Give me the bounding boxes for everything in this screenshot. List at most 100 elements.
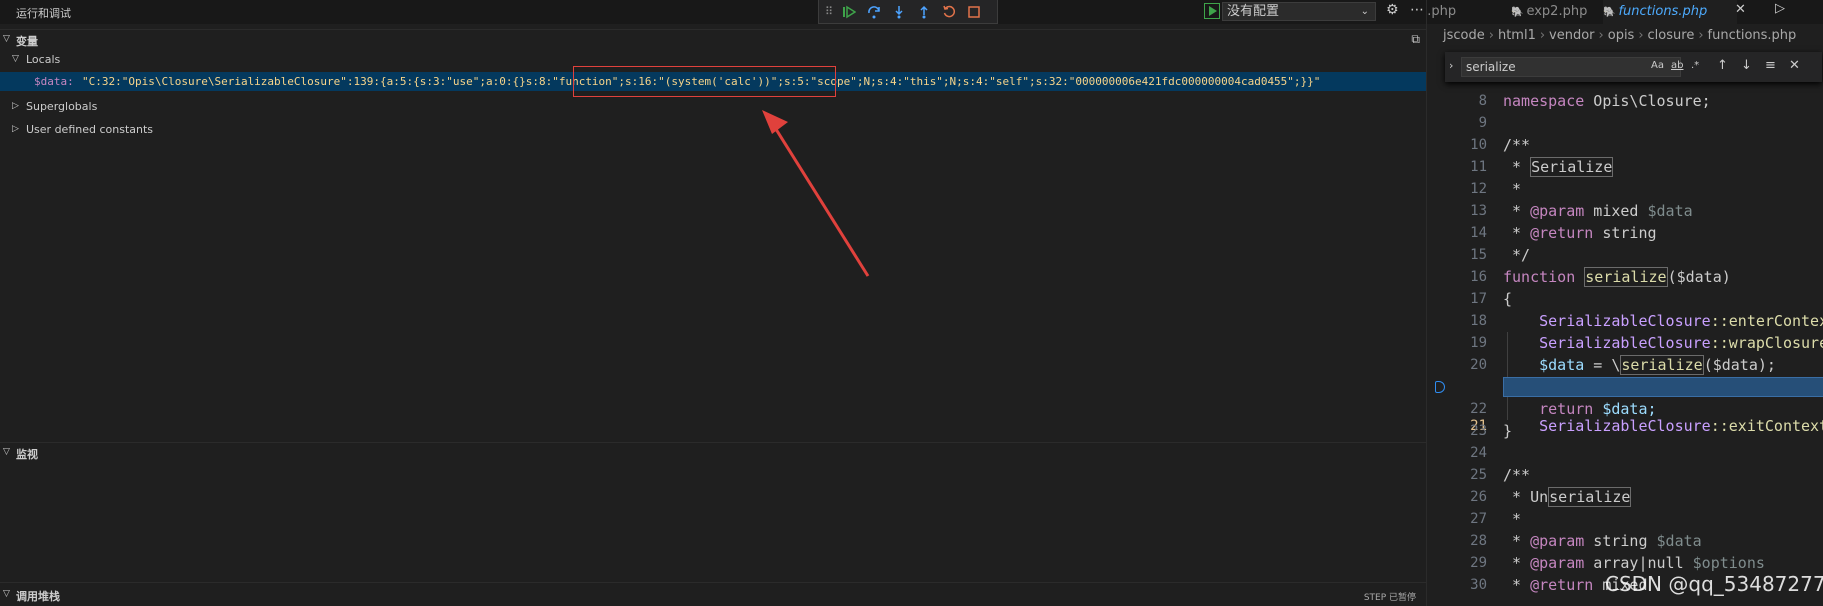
variables-title: 变量 <box>16 35 38 48</box>
code-line: 10/** <box>1470 136 1531 154</box>
editor-pane: p.php 🐘exp2.php 🐘functions.php ✕ ▷ jscod… <box>1426 0 1823 606</box>
find-input[interactable]: serialize <box>1461 57 1681 77</box>
chevron-down-icon: ▽ <box>12 54 19 64</box>
code-line-current: 21 SerializableClosure::exitContext(); <box>1427 376 1823 435</box>
tree-item-label: Locals <box>26 53 61 66</box>
callstack-title: 调用堆栈 <box>16 590 60 603</box>
tab-p-php[interactable]: p.php <box>1427 0 1456 24</box>
breadcrumb-item[interactable]: functions.php <box>1708 28 1797 43</box>
tab-exp2-php[interactable]: 🐘 exp2.php <box>1511 0 1587 24</box>
tree-item-constants[interactable]: ▷ User defined constants <box>0 120 1426 140</box>
gear-icon[interactable]: ⚙ <box>1386 2 1399 18</box>
close-icon[interactable]: ✕ <box>1789 58 1800 73</box>
chevron-down-icon: ▽ <box>3 589 10 599</box>
debug-sidebar: 运行和调试 ⠿ 没有配置 ⌄ ⚙ ⋯ ▽ 变量 ⧉ ▽ Locals $data… <box>0 0 1426 606</box>
search-match: serialize <box>1620 355 1704 375</box>
code-line: 11 * Serialize <box>1470 157 1614 177</box>
watch-body <box>0 462 1426 582</box>
chevron-down-icon: ⌄ <box>1360 6 1369 17</box>
chevron-right-icon: ▷ <box>12 101 19 111</box>
search-match: Serialize <box>1530 157 1614 177</box>
code-line: 13 * @param mixed $data <box>1470 202 1693 220</box>
step-into-icon <box>895 5 903 18</box>
thread-status: STEP 已暂停 <box>1363 593 1416 603</box>
find-widget: › serialize Aa ab .* ↑ ↓ ≡ ✕ <box>1445 52 1822 82</box>
watch-title: 监视 <box>16 448 38 461</box>
code-line: 29 * @param array|null $options <box>1470 554 1765 572</box>
php-file-icon: 🐘 <box>1511 7 1524 18</box>
match-word-toggle[interactable]: ab <box>1671 60 1683 71</box>
variables-section-header[interactable]: ▽ 变量 ⧉ <box>0 29 1426 49</box>
code-line: 24 <box>1470 445 1487 461</box>
restart-button[interactable] <box>940 3 958 21</box>
breadcrumb-item[interactable]: closure <box>1648 28 1695 43</box>
code-line: 8 namespace Opis\Closure; <box>1478 92 1711 110</box>
code-line: 23} <box>1470 422 1513 440</box>
step-out-button[interactable] <box>915 3 933 21</box>
breadcrumb-item[interactable]: vendor <box>1549 28 1594 43</box>
continue-icon <box>843 5 856 18</box>
code-line: 20 $data = \serialize($data); <box>1470 355 1776 375</box>
code-line: 16 function serialize($data) <box>1470 267 1731 287</box>
code-line: 27 * <box>1470 510 1522 528</box>
breadcrumb-item[interactable]: html1 <box>1498 28 1536 43</box>
restart-icon <box>943 5 956 17</box>
code-line: 12 * <box>1470 180 1522 198</box>
watermark: CSDN @qq_53487277 <box>1605 572 1823 596</box>
arrow-down-icon[interactable]: ↓ <box>1741 58 1752 73</box>
start-debugging-icon[interactable] <box>1204 3 1220 19</box>
stop-button[interactable] <box>965 3 983 21</box>
continue-button[interactable] <box>840 3 858 21</box>
code-line: 28 * @param string $data <box>1470 532 1702 550</box>
step-over-icon <box>868 5 880 18</box>
search-match: serialize <box>1548 487 1632 507</box>
variable-name: $data: <box>34 75 74 88</box>
close-icon[interactable]: ✕ <box>1735 2 1746 17</box>
launch-config-area: 没有配置 ⌄ ⚙ ⋯ <box>1202 0 1426 24</box>
breadcrumb-item[interactable]: opis <box>1608 28 1635 43</box>
chevron-down-icon: ▽ <box>3 34 10 44</box>
code-line: 15 */ <box>1470 246 1531 264</box>
tab-functions-php[interactable]: 🐘 functions.php <box>1603 0 1738 24</box>
code-line: 9 <box>1478 115 1487 131</box>
regex-toggle[interactable]: .* <box>1691 60 1699 71</box>
code-line: 19 SerializableClosure::wrapClosures($da… <box>1470 334 1823 352</box>
current-line-highlight <box>1503 377 1823 397</box>
debug-current-line-icon <box>1435 381 1445 393</box>
php-file-icon: 🐘 <box>1603 7 1616 18</box>
chevron-right-icon[interactable]: › <box>1449 59 1453 72</box>
code-line: 22 return $data; <box>1470 400 1657 418</box>
code-line: 18 SerializableClosure::enterContext(); <box>1470 312 1823 330</box>
tree-item-label: Superglobals <box>26 100 98 113</box>
step-over-button[interactable] <box>865 3 883 21</box>
stop-icon <box>968 5 980 18</box>
watch-section-header[interactable]: ▽ 监视 <box>0 442 1426 462</box>
launch-config-select[interactable]: 没有配置 ⌄ <box>1222 2 1376 21</box>
drag-handle-icon[interactable]: ⠿ <box>825 5 833 18</box>
tree-item-superglobals[interactable]: ▷ Superglobals <box>0 97 1426 117</box>
arrow-up-icon[interactable]: ↑ <box>1717 58 1728 73</box>
code-line: 26 * Unserialize <box>1470 487 1632 507</box>
breadcrumb: jscode › html1 › vendor › opis › closure › functio… <box>1443 28 1797 43</box>
chevron-right-icon: ▷ <box>12 124 19 134</box>
annotation-arrow-icon <box>762 110 870 277</box>
step-into-button[interactable] <box>890 3 908 21</box>
collapse-all-icon[interactable]: ⧉ <box>1411 32 1420 47</box>
more-icon[interactable]: ⋯ <box>1410 2 1424 18</box>
callstack-section-header[interactable]: ▽ 调用堆栈 STEP 已暂停 <box>0 582 1426 606</box>
match-case-toggle[interactable]: Aa <box>1651 60 1664 71</box>
tree-item-label: User defined constants <box>26 123 154 136</box>
run-icon[interactable]: ▷ <box>1775 1 1785 16</box>
debug-toolbar: ⠿ <box>818 0 998 24</box>
panel-title: 运行和调试 <box>16 7 71 20</box>
breadcrumb-item[interactable]: jscode <box>1443 28 1485 43</box>
code-line: 25/** <box>1470 466 1531 484</box>
editor-tabs: p.php 🐘exp2.php 🐘functions.php ✕ ▷ <box>1427 0 1823 24</box>
chevron-down-icon: ▽ <box>3 447 10 457</box>
code-line: 14 * @return string <box>1470 224 1657 242</box>
search-match: serialize <box>1584 267 1668 287</box>
find-in-selection-icon[interactable]: ≡ <box>1765 58 1776 73</box>
launch-config-value: 没有配置 <box>1227 4 1280 19</box>
code-line: 17{ <box>1470 290 1513 308</box>
step-out-icon <box>920 5 928 18</box>
